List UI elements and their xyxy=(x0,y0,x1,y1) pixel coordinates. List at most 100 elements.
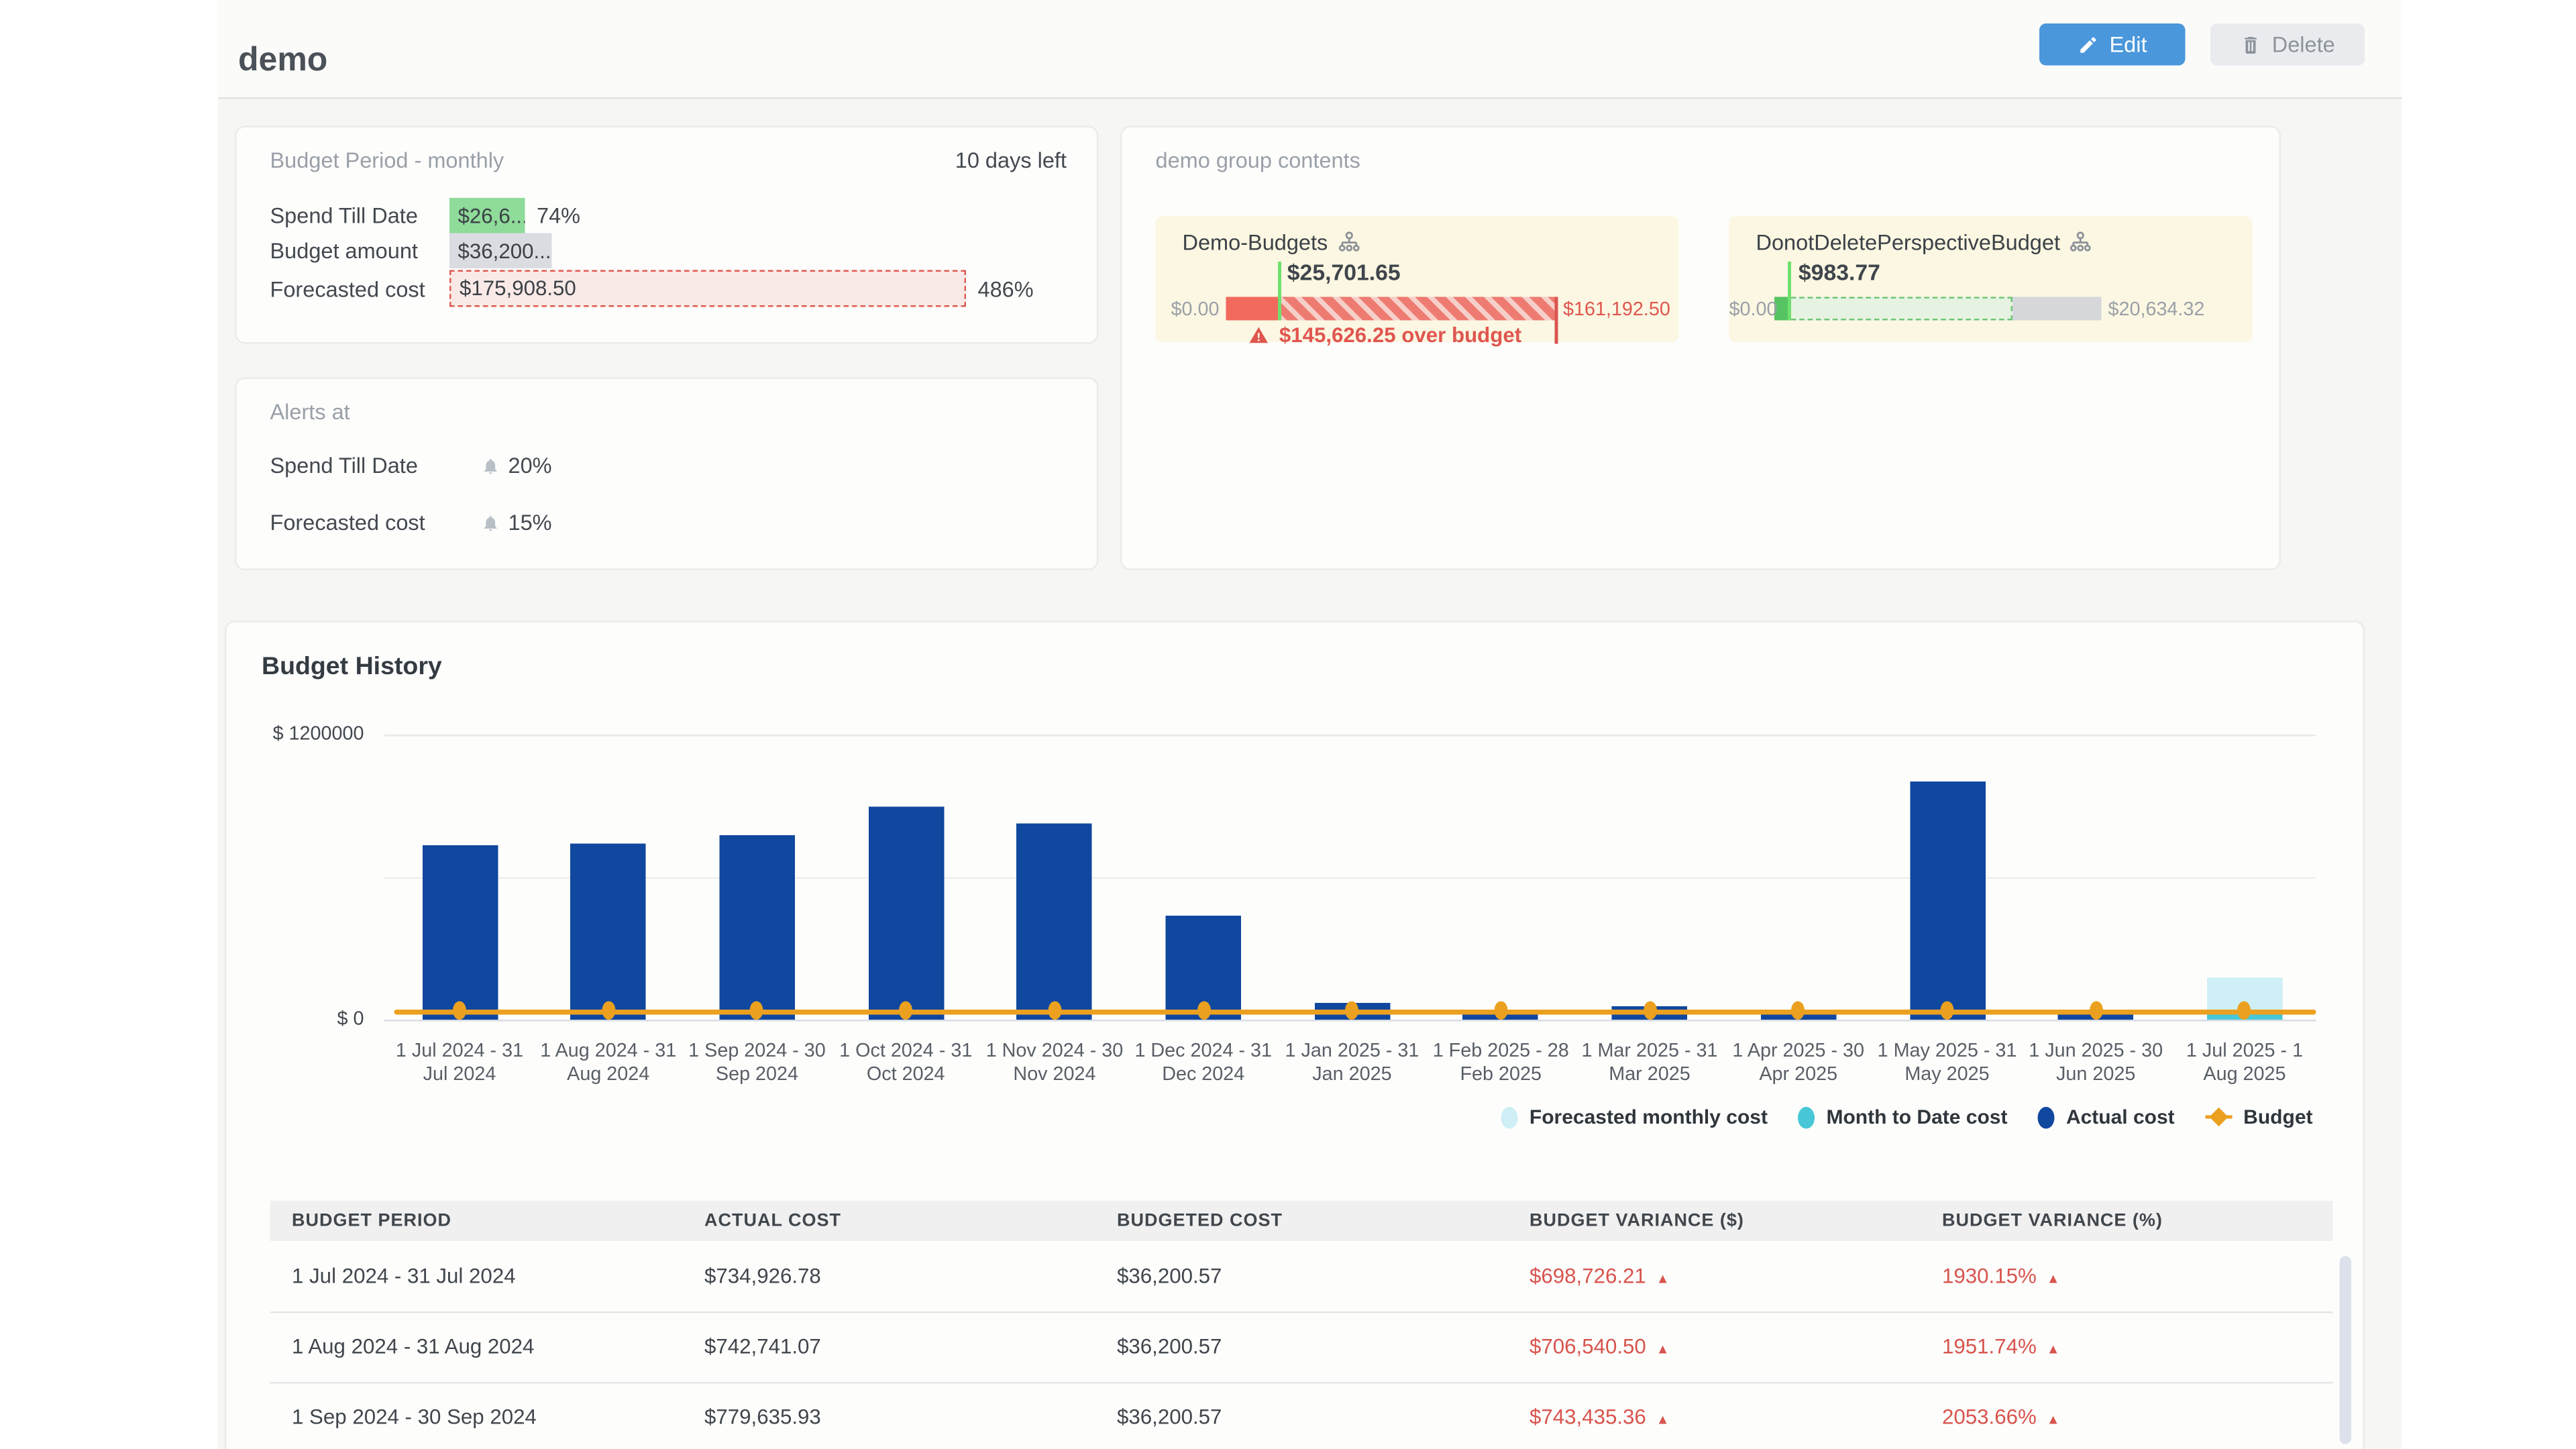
cell-value: 1 Aug 2024 - 31 Aug 2024 xyxy=(292,1335,534,1358)
group-budget-card[interactable]: DonotDeletePerspectiveBudget$983.77$0.00… xyxy=(1729,217,2253,343)
legend-budget-marker xyxy=(2205,1106,2232,1128)
over-budget-stripes xyxy=(1279,297,1556,321)
table-scrollbar[interactable] xyxy=(2340,1256,2352,1444)
x-tick-line1: 1 Aug 2024 - 31 xyxy=(533,1042,684,1065)
legend-label: Month to Date cost xyxy=(1826,1106,2007,1129)
x-axis-tick: 1 Apr 2025 - 30Apr 2025 xyxy=(1723,1042,1874,1087)
x-axis-tick: 1 May 2025 - 31May 2025 xyxy=(1872,1042,2023,1087)
x-tick-line1: 1 Feb 2025 - 28 xyxy=(1426,1042,1576,1065)
budget-period-row-label: Forecasted cost xyxy=(270,276,450,301)
legend-item: Forecasted monthly cost xyxy=(1501,1106,1768,1129)
x-axis-tick: 1 Aug 2024 - 31Aug 2024 xyxy=(533,1042,684,1087)
x-axis-tick: 1 Oct 2024 - 31Oct 2024 xyxy=(830,1042,981,1087)
group-budget-name: Demo-Budgets xyxy=(1183,230,1360,256)
actual-cost-bar xyxy=(868,806,944,1020)
x-axis-tick: 1 Sep 2024 - 30Sep 2024 xyxy=(682,1042,833,1087)
budget-history-chart: $ 1200000 $ 0 1 Jul 2024 - 31Jul 20241 A… xyxy=(227,623,2367,1176)
x-tick-line1: 1 Jul 2024 - 31 xyxy=(384,1042,535,1065)
cell-value: $36,200.57 xyxy=(1117,1335,1222,1358)
y-axis-top-label: $ 1200000 xyxy=(264,724,364,745)
variance-cell: $743,435.36▲ xyxy=(1508,1405,1921,1429)
x-tick-line1: 1 Jul 2025 - 1 xyxy=(2169,1042,2320,1065)
variance-up-icon: ▲ xyxy=(2047,1271,2060,1287)
bell-icon xyxy=(482,455,500,476)
budget-period-row: Forecasted cost$175,908.50486% xyxy=(270,270,1034,307)
x-axis-tick: 1 Dec 2024 - 31Dec 2024 xyxy=(1128,1042,1279,1087)
group-budget-amount: $983.77 xyxy=(1799,260,1880,286)
x-axis-tick: 1 Feb 2025 - 28Feb 2025 xyxy=(1426,1042,1576,1087)
x-tick-line2: Jan 2025 xyxy=(1277,1064,1428,1087)
warning-icon xyxy=(1247,325,1269,345)
x-tick-line2: Sep 2024 xyxy=(682,1064,833,1087)
group-contents-card: demo group contents Demo-Budgets$145,626… xyxy=(1120,126,2281,571)
budget-period-card: Budget Period - monthly 10 days left Spe… xyxy=(235,126,1099,344)
x-tick-line2: Apr 2025 xyxy=(1723,1064,1874,1087)
bar-max-label: $161,192.50 xyxy=(1563,301,1670,321)
alerts-card: Alerts at Spend Till Date20%Forecasted c… xyxy=(235,378,1099,571)
table-cell: 1 Aug 2024 - 31 Aug 2024 xyxy=(270,1335,683,1358)
alert-row-label: Forecasted cost xyxy=(270,510,482,535)
table-header-cell: BUDGET VARIANCE ($) xyxy=(1508,1211,1921,1231)
variance-up-icon: ▲ xyxy=(1656,1271,1670,1287)
x-tick-line1: 1 Jun 2025 - 30 xyxy=(2021,1042,2171,1065)
cell-value: $779,635.93 xyxy=(704,1405,821,1429)
table-cell: $36,200.57 xyxy=(1095,1265,1508,1288)
budget-period-percent: 74% xyxy=(537,203,580,229)
edit-button-label: Edit xyxy=(2109,32,2147,58)
variance-up-icon: ▲ xyxy=(1656,1412,1670,1428)
x-tick-line2: Nov 2024 xyxy=(979,1064,1130,1087)
spend-marker-line xyxy=(1277,262,1281,321)
spend-marker-line xyxy=(1788,262,1792,321)
edit-button[interactable]: Edit xyxy=(2039,23,2186,66)
table-row: 1 Aug 2024 - 31 Aug 2024 $742,741.07 $36,2… xyxy=(270,1311,2333,1384)
x-tick-line2: Aug 2024 xyxy=(533,1064,684,1087)
x-tick-line2: Jun 2025 xyxy=(2021,1064,2171,1087)
alert-row-label: Spend Till Date xyxy=(270,453,482,478)
variance-cell: $706,540.50▲ xyxy=(1508,1335,1921,1358)
over-budget-text: $145,626.25 over budget xyxy=(1279,324,1521,347)
actual-cost-bar xyxy=(422,845,498,1020)
bar-min-label: $0.00 xyxy=(1156,301,1220,321)
x-tick-line2: Oct 2024 xyxy=(830,1064,981,1087)
x-tick-line2: May 2025 xyxy=(1872,1064,2023,1087)
trash-icon xyxy=(2240,34,2260,56)
variance-cell: 2053.66%▲ xyxy=(1921,1405,2333,1429)
table-header-cell: BUDGETED COST xyxy=(1095,1211,1508,1231)
pencil-icon xyxy=(2078,34,2098,54)
group-budget-bar xyxy=(1774,297,2102,321)
delete-button[interactable]: Delete xyxy=(2210,23,2365,66)
cell-value: $698,726.21 xyxy=(1529,1265,1646,1288)
x-tick-line1: 1 Oct 2024 - 31 xyxy=(830,1042,981,1065)
alert-threshold-value: 20% xyxy=(508,453,552,478)
x-axis-tick: 1 Nov 2024 - 30Nov 2024 xyxy=(979,1042,1130,1087)
x-tick-line2: Aug 2025 xyxy=(2169,1064,2320,1087)
variance-cell: 1951.74%▲ xyxy=(1921,1335,2333,1358)
cell-value: $742,741.07 xyxy=(704,1335,821,1358)
table-cell: 1 Jul 2024 - 31 Jul 2024 xyxy=(270,1265,683,1288)
table-header-cell: BUDGET VARIANCE (%) xyxy=(1921,1211,2333,1231)
budget-period-value: $175,908.50 xyxy=(460,277,576,301)
top-bar: demo Edit Delete xyxy=(218,0,2402,99)
budget-period-title: Budget Period - monthly xyxy=(270,148,504,173)
bell-icon xyxy=(482,513,500,533)
legend-swatch xyxy=(1501,1106,1517,1128)
budget-period-value: $26,6... xyxy=(458,204,525,227)
group-budget-amount: $25,701.65 xyxy=(1287,260,1401,286)
table-header-cell: ACTUAL COST xyxy=(683,1211,1095,1231)
budget-period-value-bar: $36,200.... xyxy=(449,233,552,269)
actual-cost-bar xyxy=(1017,824,1093,1020)
x-axis-tick: 1 Jun 2025 - 30Jun 2025 xyxy=(2021,1042,2171,1087)
group-budget-card[interactable]: Demo-Budgets$145,626.25 over budget$25,7… xyxy=(1156,217,1679,343)
budget-period-value: $36,200.... xyxy=(458,239,552,262)
spend-segment xyxy=(1226,297,1279,321)
cell-value: 1 Jul 2024 - 31 Jul 2024 xyxy=(292,1265,516,1288)
cell-value: $36,200.57 xyxy=(1117,1405,1222,1429)
legend-item: Budget xyxy=(2205,1106,2313,1129)
actual-cost-bar xyxy=(1909,781,1985,1020)
table-row: 1 Sep 2024 - 30 Sep 2024$779,635.93$36,2… xyxy=(270,1382,2333,1449)
table-row: 1 Jul 2024 - 31 Jul 2024$734,926.78$36,2… xyxy=(270,1241,2333,1313)
chart-legend: Forecasted monthly cost Month to Date cos… xyxy=(1501,1106,2312,1129)
y-axis-zero-label: $ 0 xyxy=(264,1010,364,1030)
legend-label: Actual cost xyxy=(2066,1106,2175,1129)
group-budget-bar xyxy=(1226,297,1557,321)
